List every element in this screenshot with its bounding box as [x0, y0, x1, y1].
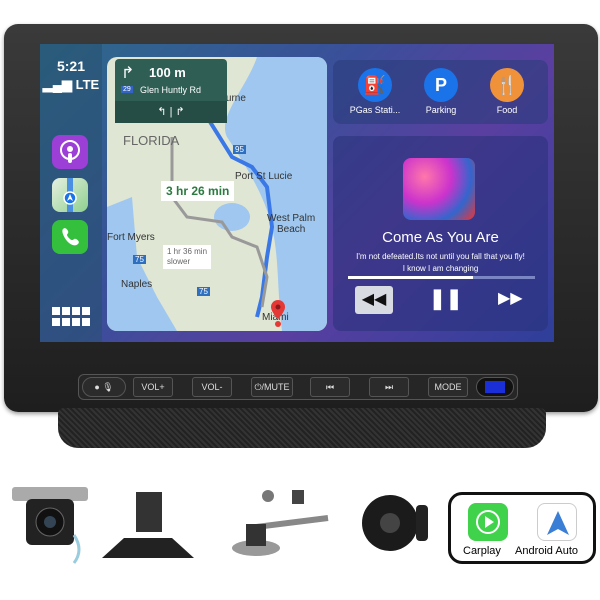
microphone-port: ● 🎙	[82, 377, 126, 397]
progress-bar[interactable]	[348, 276, 535, 279]
nav-street: Glen Huntly Rd	[140, 85, 202, 95]
highway-shield: 75	[133, 255, 146, 264]
backup-camera-image	[8, 485, 92, 565]
map-label: FLORIDA	[123, 133, 180, 148]
podcasts-app-icon[interactable]	[52, 135, 88, 169]
steering-wheel-remote-image	[360, 485, 430, 563]
vol-down-button[interactable]: VOL-	[192, 377, 232, 397]
ir-sensor	[476, 377, 514, 397]
map-view[interactable]: elbourne FLORIDA Port St Lucie West Palm…	[107, 57, 327, 331]
turn-by-turn-banner: ↱ 100 m 29 Glen Huntly Rd ↰ | ↱	[115, 59, 227, 123]
mode-button[interactable]: MODE	[428, 377, 468, 397]
power-mute-button[interactable]: ⏻/MUTE	[251, 377, 293, 397]
destination-pin-icon	[270, 300, 286, 331]
poi-parking[interactable]: P Parking	[411, 68, 471, 115]
alt-route-time: 1 hr 36 min	[167, 247, 208, 256]
signal-status: ▂▄▆ LTE	[42, 77, 100, 92]
rewind-button[interactable]: ◀◀	[355, 286, 393, 314]
highway-shield: 95	[233, 145, 246, 154]
poi-label: Parking	[425, 105, 457, 115]
alt-route-note: slower	[167, 257, 191, 266]
suction-stand	[58, 408, 546, 448]
turn-right-icon: ↱	[121, 65, 135, 82]
now-playing-panel: Come As You Are I'm not defeated.Its not…	[333, 136, 548, 331]
poi-gas-station[interactable]: ⛽ PGas Stati...	[345, 68, 405, 115]
previous-track-button[interactable]: ⏮	[310, 377, 350, 397]
parking-icon: P	[424, 68, 458, 102]
next-track-button[interactable]: ⏭	[369, 377, 409, 397]
map-label: Port St Lucie	[235, 171, 293, 182]
vol-up-button[interactable]: VOL+	[133, 377, 173, 397]
map-label: Naples	[121, 279, 153, 290]
mount-base-image	[102, 490, 194, 565]
poi-food[interactable]: 🍴 Food	[477, 68, 537, 115]
song-title: Come As You Are	[382, 229, 499, 246]
gas-station-icon: ⛽	[358, 68, 392, 102]
album-art	[403, 158, 475, 220]
map-label: Fort Myers	[107, 232, 155, 243]
carplay-icon	[468, 503, 508, 541]
fast-forward-button[interactable]: ▶▶	[498, 288, 523, 308]
network-label: LTE	[75, 77, 100, 92]
suction-arm-mount-image	[228, 488, 348, 560]
sidebar: 5:21 ▂▄▆ LTE	[40, 44, 102, 342]
lyric-line: I'm not defeated.Its not until you fall …	[356, 252, 525, 261]
nav-distance: 100 m	[149, 65, 186, 80]
carplay-screen: 5:21 ▂▄▆ LTE elbourne FLORIDA Port St Lu…	[40, 44, 554, 342]
progress-fill	[348, 276, 474, 279]
food-icon: 🍴	[490, 68, 524, 102]
poi-label: Food	[496, 105, 518, 115]
lane-guidance: ↰ | ↱	[115, 101, 227, 123]
lyric-line: I know I am changing	[402, 264, 479, 273]
compatibility-badge: Carplay Android Auto	[448, 492, 596, 564]
app-grid-icon[interactable]	[52, 307, 90, 332]
alt-route-label[interactable]: 1 hr 36 min slower	[163, 245, 212, 269]
clock: 5:21	[56, 58, 86, 74]
route-time-label[interactable]: 3 hr 26 min	[161, 181, 235, 201]
highway-shield: 75	[197, 287, 210, 296]
map-label: Beach	[277, 224, 306, 235]
map-label: West Palm	[267, 213, 316, 224]
poi-label: PGas Stati...	[349, 105, 401, 115]
android-auto-label: Android Auto	[515, 545, 578, 557]
android-auto-icon	[537, 503, 577, 541]
maps-app-icon[interactable]	[52, 178, 88, 212]
carplay-label: Carplay	[463, 545, 501, 557]
route-badge: 29	[121, 86, 133, 93]
poi-panel: ⛽ PGas Stati... P Parking 🍴 Food	[333, 60, 548, 124]
pause-button[interactable]: ❚❚	[429, 286, 463, 311]
phone-app-icon[interactable]	[52, 220, 88, 254]
